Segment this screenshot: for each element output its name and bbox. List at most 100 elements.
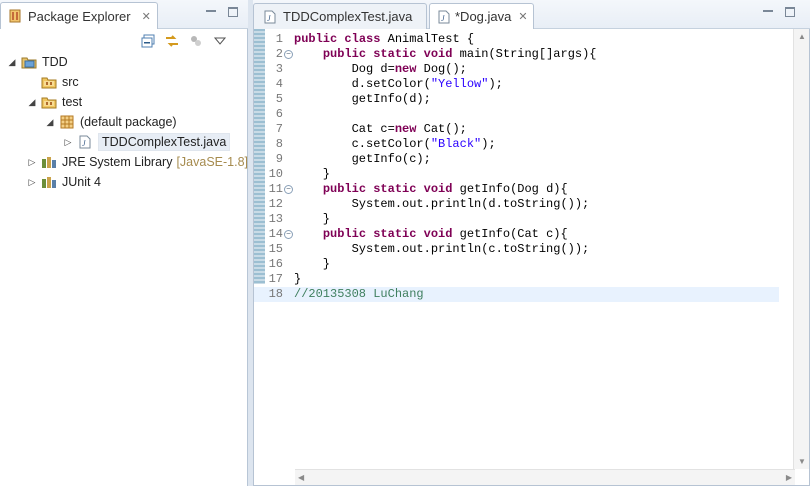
code-line[interactable]: 7 Cat c=new Cat(); <box>254 122 779 137</box>
code-line[interactable]: 17} <box>254 272 779 287</box>
code-line[interactable]: 4 d.setColor("Yellow"); <box>254 77 779 92</box>
source-folder-icon <box>41 94 57 110</box>
line-number: 12 <box>268 197 283 211</box>
tree-item-tdd[interactable]: ◢ TDD <box>6 52 68 72</box>
java-project-icon <box>21 54 37 70</box>
code-text: getInfo(c); <box>294 152 431 166</box>
tab-tddcomplextest-java[interactable]: J TDDComplexTest.java <box>253 3 427 29</box>
code-text: } <box>294 257 331 271</box>
tab-dog-java[interactable]: J *Dog.java ✕ <box>429 3 534 29</box>
tree-item-default-package[interactable]: ◢ (default package) <box>44 112 177 132</box>
minimize-icon[interactable] <box>763 7 773 17</box>
tree-item-label: JRE System Library <box>62 155 173 169</box>
library-icon <box>41 174 57 190</box>
tree-item-src[interactable]: src <box>26 72 79 92</box>
package-explorer-header: Package Explorer ✕ <box>0 0 248 29</box>
line-number: 9 <box>275 152 283 166</box>
line-number: 13 <box>268 212 283 226</box>
collapsed-arrow-icon[interactable]: ▷ <box>62 137 74 148</box>
fold-collapse-icon[interactable]: − <box>284 185 293 194</box>
code-line[interactable]: 9 getInfo(c); <box>254 152 779 167</box>
scroll-left-arrow-icon[interactable]: ◀ <box>298 473 304 482</box>
tree-item-junit4[interactable]: ▷ JUnit 4 <box>26 172 101 192</box>
code-text: } <box>294 167 331 181</box>
code-line[interactable]: 8 c.setColor("Black"); <box>254 137 779 152</box>
fold-collapse-icon[interactable]: − <box>284 50 293 59</box>
svg-text:J: J <box>82 139 86 148</box>
minimize-icon[interactable] <box>206 7 216 17</box>
line-number: 2 <box>275 47 283 61</box>
editor-window-controls <box>763 7 795 17</box>
code-line[interactable]: 10 } <box>254 167 779 182</box>
code-line[interactable]: 18 //20135308 LuChang <box>254 287 779 302</box>
code-line[interactable]: 13 } <box>254 212 779 227</box>
code-text: c.setColor("Black"); <box>294 137 496 151</box>
code-text: } <box>294 272 302 286</box>
java-file-icon: J <box>77 134 93 150</box>
code-line[interactable]: 6 <box>254 107 779 122</box>
code-line[interactable]: 11− public static void getInfo(Dog d){ <box>254 182 779 197</box>
line-number: 17 <box>268 272 283 286</box>
horizontal-scrollbar[interactable]: ◀ ▶ <box>295 469 795 485</box>
line-number: 7 <box>275 122 283 136</box>
library-icon <box>41 154 57 170</box>
code-text: d.setColor("Yellow"); <box>294 77 503 91</box>
tree-item-label: JUnit 4 <box>62 175 101 189</box>
code-line[interactable]: 12 System.out.println(d.toString()); <box>254 197 779 212</box>
close-icon[interactable]: ✕ <box>142 10 151 23</box>
collapsed-arrow-icon[interactable]: ▷ <box>26 177 38 188</box>
code-line[interactable]: 2− public static void main(String[]args)… <box>254 47 779 62</box>
link-with-editor-icon[interactable] <box>164 33 180 49</box>
line-number: 1 <box>275 32 283 46</box>
tab-label: *Dog.java <box>455 9 512 24</box>
source-folder-icon <box>41 74 57 90</box>
tab-package-explorer[interactable]: Package Explorer ✕ <box>0 2 158 29</box>
line-number: 8 <box>275 137 283 151</box>
code-line[interactable]: 3 Dog d=new Dog(); <box>254 62 779 77</box>
tree-item-label: TDD <box>42 55 68 69</box>
scroll-down-arrow-icon[interactable]: ▼ <box>798 457 806 466</box>
vertical-scrollbar[interactable]: ▲ ▼ <box>793 29 809 469</box>
expanded-arrow-icon[interactable]: ◢ <box>26 97 38 108</box>
code-line[interactable]: 15 System.out.println(c.toString()); <box>254 242 779 257</box>
expanded-arrow-icon[interactable]: ◢ <box>6 57 18 68</box>
tree-item-test[interactable]: ◢ test <box>26 92 83 112</box>
code-text: } <box>294 212 331 226</box>
tree-item-tddcomplextest-java[interactable]: ▷ J TDDComplexTest.java <box>62 132 231 152</box>
line-number: 16 <box>268 257 283 271</box>
eclipse-window: Package Explorer ✕ ◢ TDD src ◢ test ◢ (d… <box>0 0 810 486</box>
view-window-controls <box>206 7 238 17</box>
focus-on-active-task-icon[interactable] <box>188 33 204 49</box>
package-explorer-toolbar <box>140 33 228 49</box>
view-menu-icon[interactable] <box>212 33 228 49</box>
scroll-up-arrow-icon[interactable]: ▲ <box>798 32 806 41</box>
fold-collapse-icon[interactable]: − <box>284 230 293 239</box>
maximize-icon[interactable] <box>228 7 238 17</box>
maximize-icon[interactable] <box>785 7 795 17</box>
line-number: 3 <box>275 62 283 76</box>
package-explorer-title: Package Explorer <box>28 8 131 24</box>
close-icon[interactable]: ✕ <box>518 10 527 23</box>
tree-item-jre-system-library[interactable]: ▷ JRE System Library [JavaSE-1.8] <box>26 152 249 172</box>
line-number: 5 <box>275 92 283 106</box>
package-icon <box>59 114 75 130</box>
code-editor[interactable]: 1 public class AnimalTest {2− public stat… <box>253 29 810 486</box>
svg-text:J: J <box>441 14 445 23</box>
code-line[interactable]: 1 public class AnimalTest { <box>254 32 779 47</box>
collapse-all-icon[interactable] <box>140 33 156 49</box>
code-line[interactable]: 16 } <box>254 257 779 272</box>
line-number: 15 <box>268 242 283 256</box>
java-file-icon: J <box>262 9 278 25</box>
package-explorer-icon <box>7 8 23 24</box>
code-text: public static void getInfo(Cat c){ <box>322 227 568 241</box>
tree-item-label: TDDComplexTest.java <box>98 133 231 151</box>
collapsed-arrow-icon[interactable]: ▷ <box>26 157 38 168</box>
line-number: 11 <box>268 182 283 196</box>
code-text: //20135308 LuChang <box>294 287 424 301</box>
scroll-right-arrow-icon[interactable]: ▶ <box>786 473 792 482</box>
svg-text:J: J <box>267 14 271 23</box>
code-line[interactable]: 5 getInfo(d); <box>254 92 779 107</box>
expanded-arrow-icon[interactable]: ◢ <box>44 117 56 128</box>
code-line[interactable]: 14− public static void getInfo(Cat c){ <box>254 227 779 242</box>
tree-item-label: (default package) <box>80 115 177 129</box>
